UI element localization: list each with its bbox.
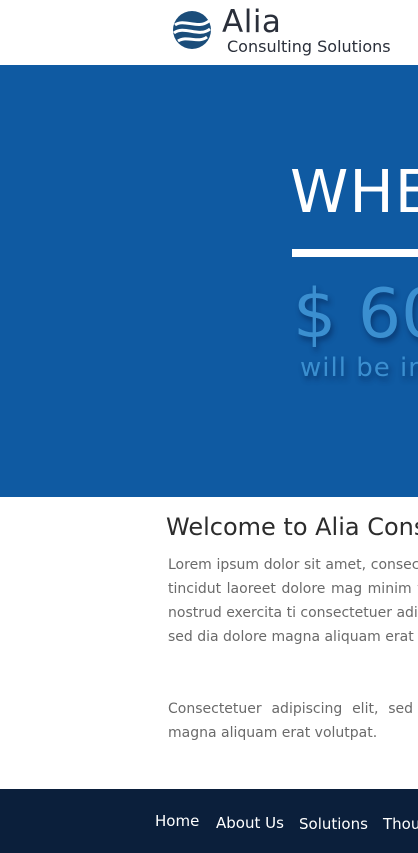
hero-divider <box>292 249 418 257</box>
globe-logo-icon <box>173 11 211 49</box>
brand-name: Alia <box>222 4 282 40</box>
site-header: Alia Consulting Solutions <box>0 0 418 65</box>
hero-heading: WHE <box>290 157 418 226</box>
nav-about-us[interactable]: About Us <box>216 814 284 832</box>
welcome-section: Welcome to Alia Cons Lorem ipsum dolor s… <box>0 497 418 789</box>
hero-banner: WHE $ 60 will be inv <box>0 65 418 497</box>
nav-solutions[interactable]: Solutions <box>299 815 368 833</box>
nav-thou[interactable]: Thou <box>383 815 418 833</box>
second-paragraph: Consectetuer adipiscing elit, sed dia do… <box>168 701 418 741</box>
welcome-title: Welcome to Alia Cons <box>166 513 418 541</box>
hero-amount: $ 60 <box>293 275 418 354</box>
intro-paragraph: Lorem ipsum dolor sit amet, consecte eui… <box>168 557 418 645</box>
nav-home[interactable]: Home <box>155 812 199 830</box>
hero-subtext: will be inv <box>300 353 418 383</box>
footer-nav: Home About Us Solutions Thou <box>0 789 418 853</box>
brand-tagline: Consulting Solutions <box>227 37 391 56</box>
